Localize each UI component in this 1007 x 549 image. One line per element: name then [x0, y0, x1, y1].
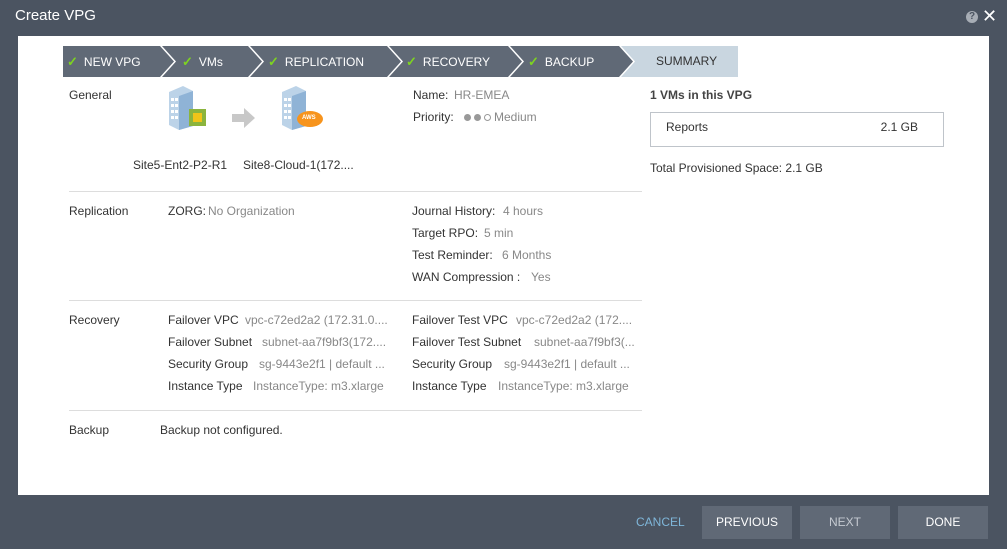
section-divider — [69, 300, 642, 301]
step-vms[interactable]: ✓ VMs — [182, 46, 223, 77]
step-recovery[interactable]: ✓ RECOVERY — [406, 46, 490, 77]
instance-type-value: InstanceType: m3.xlarge — [253, 379, 384, 393]
aws-badge: AWS — [302, 115, 316, 121]
journal-history-label: Journal History: — [412, 204, 496, 218]
wizard-steps: ✓ NEW VPG ✓ VMs ✓ REPLICATION ✓ RECOVERY ✓ BA… — [63, 46, 738, 77]
done-button[interactable]: DONE — [898, 506, 988, 539]
replication-label: Replication — [69, 204, 129, 218]
step-label: RECOVERY — [422, 55, 491, 69]
previous-button[interactable]: PREVIOUS — [702, 506, 792, 539]
check-icon: ✓ — [268, 54, 279, 69]
window-titlebar: Create VPG ? ✕ — [0, 0, 1007, 34]
journal-history-value: 4 hours — [503, 204, 544, 218]
backup-value: Backup not configured. — [160, 423, 283, 437]
wan-compression-label: WAN Compression : — [412, 270, 521, 284]
arrow-right-icon — [232, 108, 255, 128]
test-instance-type-value: InstanceType: m3.xlarge — [498, 379, 629, 393]
check-icon: ✓ — [406, 54, 417, 69]
step-label: BACKUP — [544, 55, 595, 69]
name-label: Name: — [413, 88, 449, 102]
failover-subnet-label: Failover Subnet — [168, 335, 253, 349]
test-instance-type-label: Instance Type — [412, 379, 487, 393]
step-label: SUMMARY — [656, 54, 718, 68]
target-site-name: Site8-Cloud-1(172.... — [243, 158, 354, 172]
failover-test-vpc-value: vpc-c72ed2a2 (172.... — [516, 313, 633, 327]
security-group-value: sg-9443e2f1 | default ... — [259, 357, 385, 371]
close-icon[interactable]: ✕ — [982, 6, 997, 26]
general-label: General — [69, 88, 112, 102]
target-rpo-label: Target RPO: — [412, 226, 479, 240]
source-site-name: Site5-Ent2-P2-R1 — [133, 158, 228, 172]
help-icon[interactable]: ? — [966, 11, 978, 23]
source-site-icon — [169, 86, 206, 130]
failover-vpc-label: Failover VPC — [168, 313, 239, 327]
zorg-label: ZORG: — [168, 204, 206, 218]
target-rpo-value: 5 min — [484, 226, 514, 240]
cancel-button[interactable]: CANCEL — [636, 515, 685, 529]
priority-dot-filled — [474, 114, 481, 122]
priority-dot-filled — [464, 114, 471, 122]
backup-label: Backup — [69, 423, 110, 437]
failover-test-subnet-label: Failover Test Subnet — [412, 335, 522, 349]
priority-value: Medium — [494, 110, 537, 124]
step-replication[interactable]: ✓ REPLICATION — [268, 46, 364, 77]
name-value: HR-EMEA — [454, 88, 510, 102]
next-button[interactable]: NEXT — [800, 506, 890, 539]
priority-label: Priority: — [413, 110, 454, 124]
wan-compression-value: Yes — [531, 270, 551, 284]
vm-list: Reports 2.1 GB — [650, 112, 944, 147]
check-icon: ✓ — [67, 54, 78, 69]
instance-type-label: Instance Type — [168, 379, 243, 393]
check-icon: ✓ — [528, 54, 539, 69]
vms-count-header: 1 VMs in this VPG — [650, 88, 753, 102]
step-summary[interactable]: SUMMARY — [656, 46, 717, 77]
failover-test-vpc-label: Failover Test VPC — [412, 313, 508, 327]
security-group-label: Security Group — [168, 357, 249, 371]
recovery-label: Recovery — [69, 313, 120, 327]
test-reminder-label: Test Reminder: — [412, 248, 493, 262]
priority-indicator: Medium — [464, 110, 537, 124]
zorg-value: No Organization — [208, 204, 295, 218]
test-security-group-label: Security Group — [412, 357, 493, 371]
test-security-group-value: sg-9443e2f1 | default ... — [504, 357, 630, 371]
failover-subnet-value: subnet-aa7f9bf3(172.... — [262, 335, 387, 349]
priority-dot-empty — [484, 114, 491, 122]
step-label: REPLICATION — [284, 55, 365, 69]
steps-background — [63, 46, 738, 77]
total-provisioned-space: Total Provisioned Space: 2.1 GB — [650, 161, 823, 175]
target-site-icon — [282, 86, 323, 130]
step-label: NEW VPG — [83, 55, 141, 69]
step-backup[interactable]: ✓ BACKUP — [528, 46, 594, 77]
section-divider — [69, 191, 642, 192]
failover-test-subnet-value: subnet-aa7f9bf3(... — [534, 335, 635, 349]
wizard-panel: ✓ NEW VPG ✓ VMs ✓ REPLICATION ✓ RECOVERY ✓ BA… — [18, 36, 989, 495]
window-title: Create VPG — [15, 7, 96, 24]
section-divider — [69, 410, 642, 411]
test-reminder-value: 6 Months — [502, 248, 552, 262]
check-icon: ✓ — [182, 54, 193, 69]
step-label: VMs — [198, 55, 223, 69]
step-new-vpg[interactable]: ✓ NEW VPG — [67, 46, 141, 77]
vm-name: Reports — [666, 120, 709, 134]
failover-vpc-value: vpc-c72ed2a2 (172.31.0.... — [245, 313, 388, 327]
vm-size: 2.1 GB — [880, 120, 918, 134]
